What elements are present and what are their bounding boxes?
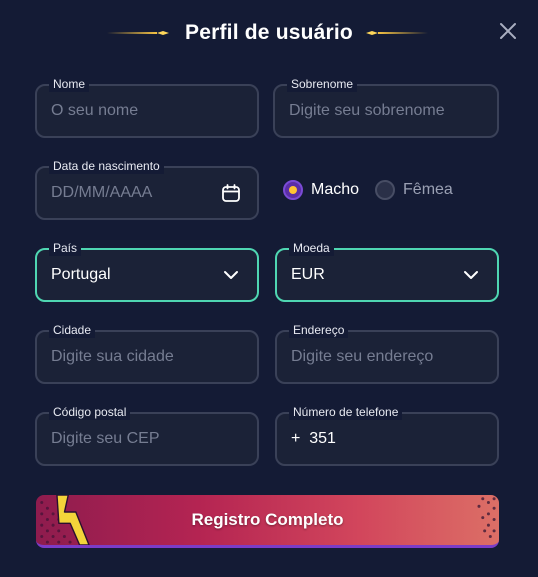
last-name-field[interactable]: Sobrenome Digite seu sobrenome xyxy=(273,76,499,138)
chevron-down-icon[interactable] xyxy=(223,270,239,280)
gender-radio-group: Macho Fêmea xyxy=(283,180,469,200)
modal-header: Perfil de usuário xyxy=(0,18,538,48)
birthdate-placeholder: DD/MM/AAAA xyxy=(51,184,153,201)
gender-male-label: Macho xyxy=(311,181,360,198)
city-field[interactable]: Cidade Digite sua cidade xyxy=(35,322,259,384)
first-name-placeholder: O seu nome xyxy=(51,102,139,119)
radio-selected-icon[interactable] xyxy=(283,180,303,200)
first-name-field[interactable]: Nome O seu nome xyxy=(35,76,259,138)
close-icon[interactable] xyxy=(498,21,518,41)
gender-female-label: Fêmea xyxy=(403,181,453,198)
phone-value: + 351 xyxy=(291,430,336,447)
currency-value: EUR xyxy=(291,266,325,283)
last-name-placeholder: Digite seu sobrenome xyxy=(289,102,445,119)
complete-registration-label: Registro Completo xyxy=(191,510,344,529)
complete-registration-button[interactable]: Registro Completo xyxy=(36,495,499,548)
gender-option-male[interactable]: Macho xyxy=(283,180,359,200)
birthdate-field[interactable]: Data de nascimento DD/MM/AAAA xyxy=(35,158,259,220)
calendar-icon[interactable] xyxy=(221,183,241,203)
currency-select[interactable]: Moeda EUR xyxy=(275,240,499,302)
city-placeholder: Digite sua cidade xyxy=(51,348,174,365)
page-title: Perfil de usuário xyxy=(185,21,353,44)
postal-code-field[interactable]: Código postal Digite seu CEP xyxy=(35,404,259,466)
phone-field[interactable]: Número de telefone + 351 xyxy=(275,404,499,466)
gender-option-female[interactable]: Fêmea xyxy=(375,180,453,200)
chevron-down-icon[interactable] xyxy=(463,270,479,280)
sparkle-left-icon xyxy=(107,31,169,35)
postal-code-placeholder: Digite seu CEP xyxy=(51,430,160,447)
country-value: Portugal xyxy=(51,266,111,283)
address-field[interactable]: Endereço Digite seu endereço xyxy=(275,322,499,384)
address-placeholder: Digite seu endereço xyxy=(291,348,434,365)
country-select[interactable]: País Portugal xyxy=(35,240,259,302)
user-profile-modal: Perfil de usuário Nome O seu nome Sobren… xyxy=(0,0,538,577)
radio-unselected-icon[interactable] xyxy=(375,180,396,200)
sparkle-right-icon xyxy=(366,31,428,35)
